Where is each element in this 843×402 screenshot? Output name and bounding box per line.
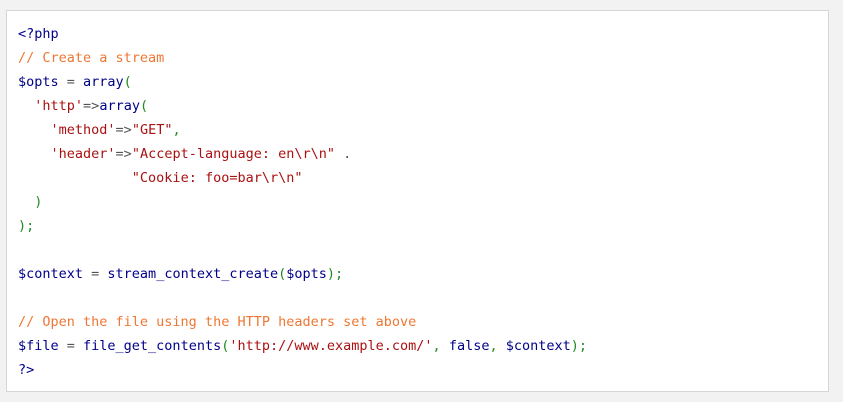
code-line: // Open the file using the HTTP headers … [18,310,587,334]
code-token: ) [34,194,43,210]
code-line: $file = file_get_contents('http://www.ex… [18,334,587,358]
code-token: 'http' [34,98,84,114]
code-token: array [99,98,140,114]
code-line: // Create a stream [18,46,587,70]
code-token: $opts [286,266,327,282]
code-token: . [335,146,352,162]
code-token: "Cookie: foo=bar\r\n" [131,170,303,186]
code-comment: // Open the file using the HTTP headers … [18,314,417,330]
code-token: = [83,266,108,282]
code-line: ?> [18,358,587,382]
code-token: ); [570,338,588,354]
code-token: => [83,98,100,114]
code-token: ( [139,98,149,114]
code-token: "Accept-language: en\r\n" [131,146,336,162]
code-token: 'header' [50,146,116,162]
code-token: ); [326,266,344,282]
code-token: , [489,338,506,354]
code-line: $context = stream_context_create($opts); [18,262,587,286]
code-line: "Cookie: foo=bar\r\n" [18,166,587,190]
code-token: array [83,74,124,90]
code-token: => [115,146,132,162]
code-token: 'http://www.example.com/' [229,338,433,354]
code-line: 'http'=>array( [18,94,587,118]
code-token: <?php [18,26,59,42]
code-token: $opts [18,74,59,90]
code-token: = [58,74,84,90]
code-token: stream_context_create [107,266,279,282]
code-token: $context [18,266,84,282]
code-line: 'header'=>"Accept-language: en\r\n" . [18,142,587,166]
code-token: $context [505,338,571,354]
code-token: => [115,122,132,138]
code-token: , [172,122,181,138]
code-line: $opts = array( [18,70,587,94]
code-comment: // Create a stream [18,50,165,66]
code-token: ( [123,74,132,90]
code-line: ); [18,214,587,238]
code-token: file_get_contents [83,338,222,354]
code-token: "GET" [131,122,173,138]
code-token: 'method' [50,122,116,138]
code-example-panel: <?php// Create a stream $opts = array( 'h… [6,10,829,392]
code-token: = [58,338,84,354]
code-line: <?php [18,22,587,46]
code-line: 'method'=>"GET", [18,118,587,142]
code-token: false [448,338,490,354]
code-token: ); [18,218,35,234]
code-block[interactable]: <?php// Create a stream $opts = array( 'h… [18,22,587,382]
code-token: ?> [18,362,35,378]
code-token: $file [18,338,59,354]
code-token: , [432,338,449,354]
code-line: ) [18,190,587,214]
